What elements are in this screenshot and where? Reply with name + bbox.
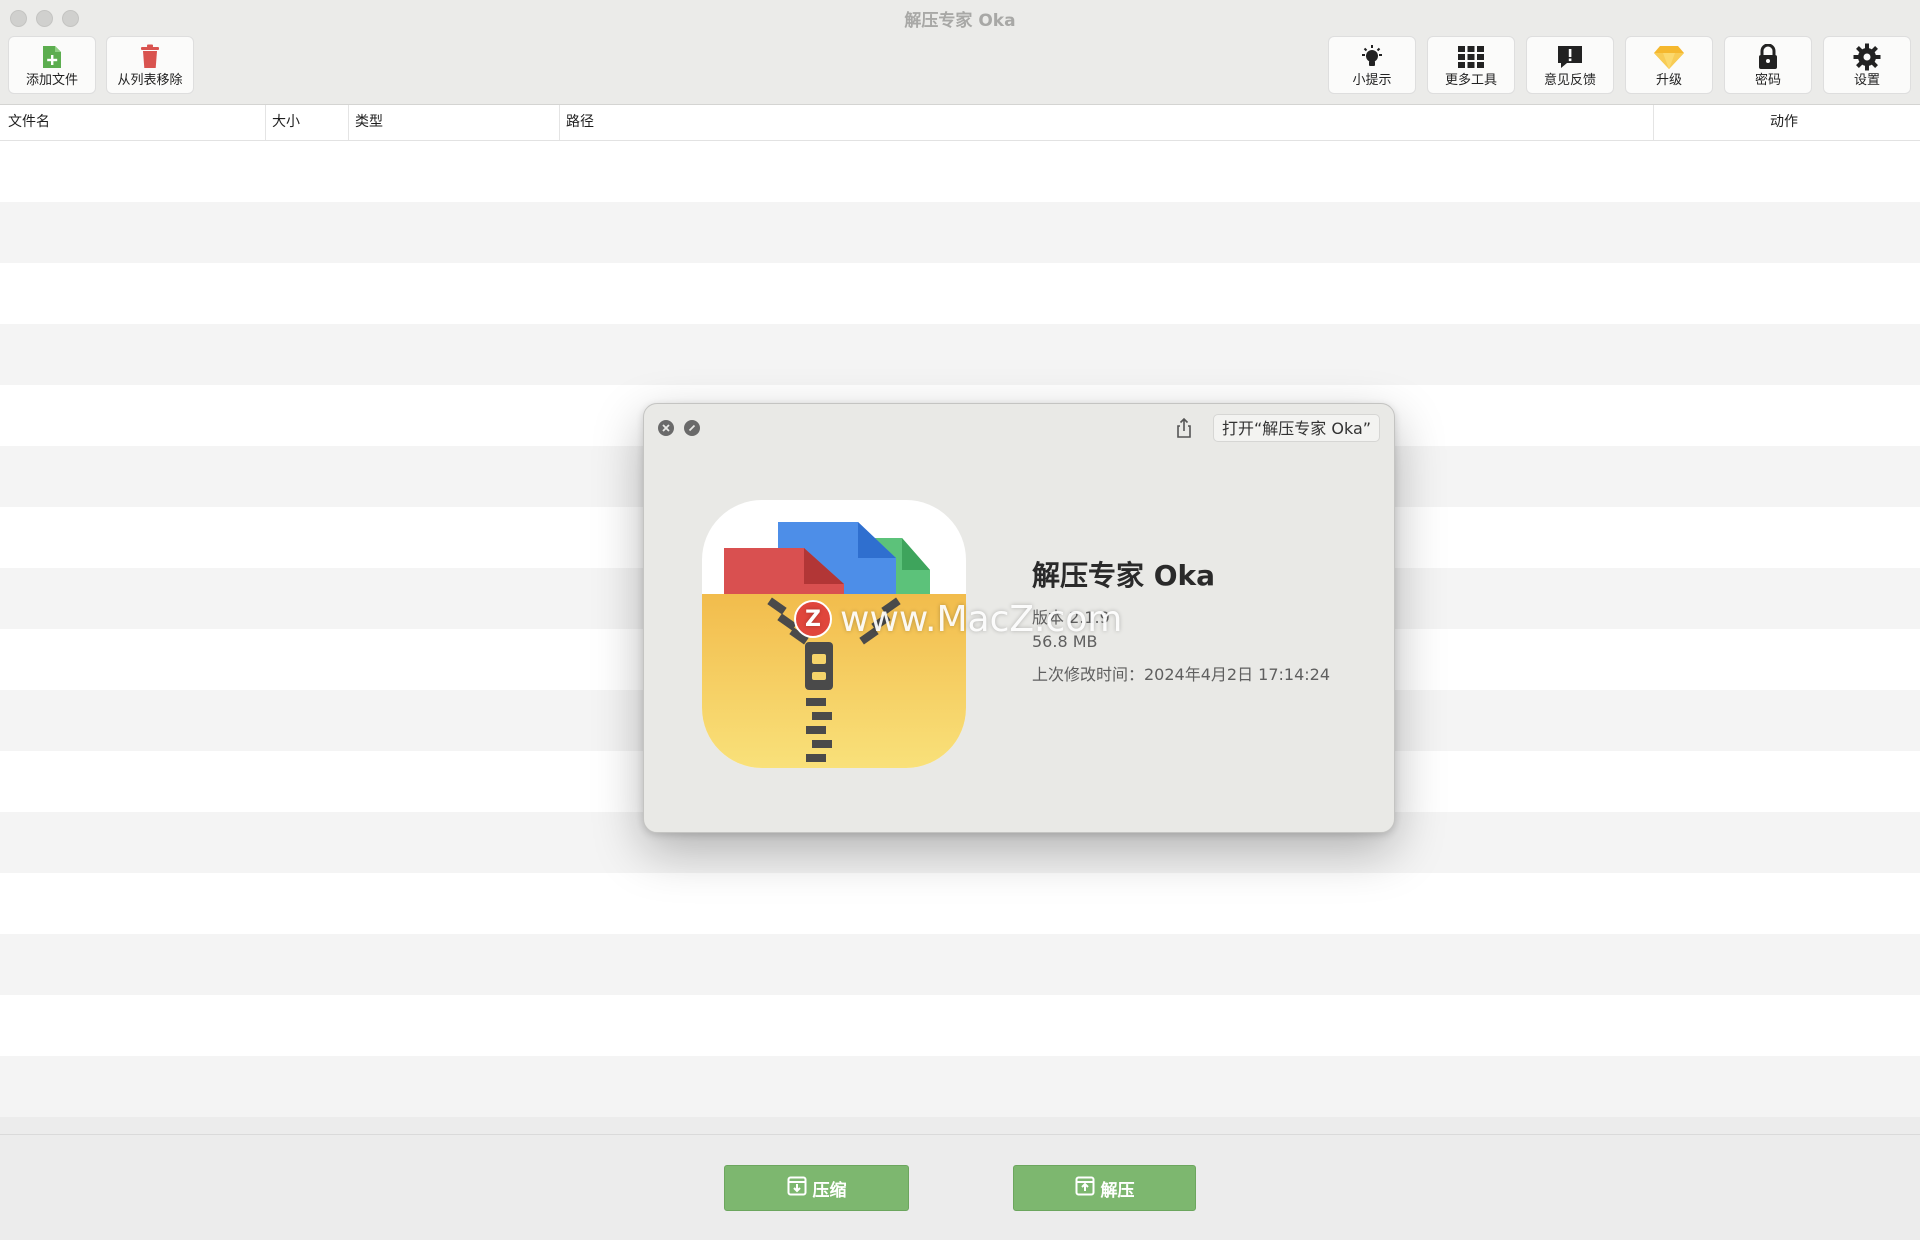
extract-icon bbox=[1075, 1176, 1095, 1201]
column-header-action[interactable]: 动作 bbox=[1653, 105, 1914, 140]
app-name: 解压专家 Oka bbox=[1032, 559, 1216, 592]
table-row bbox=[0, 324, 1920, 385]
extract-label: 解压 bbox=[1100, 1180, 1135, 1201]
compress-label: 压缩 bbox=[812, 1180, 847, 1201]
more-tools-label: 更多工具 bbox=[1444, 73, 1497, 88]
gear-icon bbox=[1824, 43, 1910, 71]
diamond-icon bbox=[1626, 43, 1712, 71]
app-icon bbox=[702, 500, 966, 768]
action-bar: 压缩 解压 bbox=[0, 1134, 1920, 1240]
titlebar: 解压专家 Oka 添加文件 从列表移除 小提示 更多工具 意见反馈 升级 密码 … bbox=[0, 0, 1920, 105]
dialog-fullscreen-icon[interactable] bbox=[684, 420, 700, 436]
tips-button[interactable]: 小提示 bbox=[1328, 36, 1416, 94]
add-file-button[interactable]: 添加文件 bbox=[8, 36, 96, 94]
settings-label: 设置 bbox=[1853, 73, 1880, 88]
window-title: 解压专家 Oka bbox=[904, 11, 1016, 31]
upgrade-button[interactable]: 升级 bbox=[1625, 36, 1713, 94]
app-modified-date: 上次修改时间：2024年4月2日 17:14:24 bbox=[1032, 665, 1331, 684]
tips-label: 小提示 bbox=[1352, 73, 1392, 88]
app-window: 解压专家 Oka 添加文件 从列表移除 小提示 更多工具 意见反馈 升级 密码 … bbox=[0, 0, 1920, 1240]
open-app-button[interactable]: 打开“解压专家 Oka” bbox=[1213, 414, 1381, 442]
share-icon[interactable] bbox=[1172, 416, 1196, 440]
feedback-button[interactable]: 意见反馈 bbox=[1526, 36, 1614, 94]
app-size: 56.8 MB bbox=[1032, 632, 1098, 651]
feedback-icon bbox=[1527, 43, 1613, 71]
dialog-close-icon[interactable] bbox=[658, 420, 674, 436]
extract-button[interactable]: 解压 bbox=[1013, 1165, 1196, 1211]
table-row bbox=[0, 934, 1920, 995]
trash-icon bbox=[107, 43, 193, 71]
settings-button[interactable]: 设置 bbox=[1823, 36, 1911, 94]
app-version: 版本 2.1.9 bbox=[1032, 608, 1110, 627]
feedback-label: 意见反馈 bbox=[1543, 73, 1596, 88]
column-header-type[interactable]: 类型 bbox=[348, 105, 383, 140]
table-row bbox=[0, 202, 1920, 263]
compress-button[interactable]: 压缩 bbox=[724, 1165, 909, 1211]
lock-icon bbox=[1725, 43, 1811, 71]
table-row bbox=[0, 995, 1920, 1056]
table-row bbox=[0, 263, 1920, 324]
column-header-path[interactable]: 路径 bbox=[559, 105, 594, 140]
table-row bbox=[0, 1056, 1920, 1117]
grid-icon bbox=[1428, 43, 1514, 71]
remove-from-list-label: 从列表移除 bbox=[117, 73, 183, 88]
password-button[interactable]: 密码 bbox=[1724, 36, 1812, 94]
password-label: 密码 bbox=[1754, 73, 1781, 88]
file-table-header: 文件名 大小 类型 路径 动作 bbox=[0, 105, 1920, 141]
column-header-filename[interactable]: 文件名 bbox=[8, 105, 50, 140]
table-row bbox=[0, 873, 1920, 934]
app-info-dialog: 打开“解压专家 Oka” 解压专家 Oka 版本 2.1.9 56.8 MB 上… bbox=[643, 403, 1395, 833]
lightbulb-icon bbox=[1329, 43, 1415, 71]
add-file-label: 添加文件 bbox=[25, 73, 78, 88]
column-header-size[interactable]: 大小 bbox=[265, 105, 300, 140]
add-file-icon bbox=[9, 43, 95, 71]
upgrade-label: 升级 bbox=[1655, 73, 1682, 88]
compress-icon bbox=[787, 1176, 807, 1201]
table-row bbox=[0, 141, 1920, 202]
remove-from-list-button[interactable]: 从列表移除 bbox=[106, 36, 194, 94]
more-tools-button[interactable]: 更多工具 bbox=[1427, 36, 1515, 94]
